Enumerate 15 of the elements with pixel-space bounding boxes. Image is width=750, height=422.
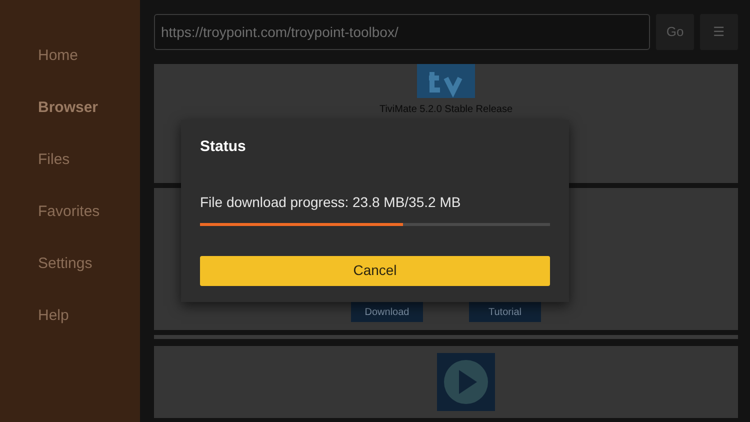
card-action-button[interactable]: Tutorial <box>469 300 541 322</box>
url-field[interactable]: https://troypoint.com/troypoint-toolbox/ <box>154 14 650 50</box>
dialog-title: Status <box>200 137 246 157</box>
sidebar-item[interactable]: Browser <box>38 97 98 119</box>
sidebar-item[interactable]: Favorites <box>38 201 100 223</box>
sidebar-item[interactable]: Home <box>38 45 78 67</box>
cancel-button[interactable]: Cancel <box>200 256 550 286</box>
tv-logo-icon <box>417 64 475 98</box>
card-action-button[interactable]: Download <box>351 300 423 322</box>
sidebar-item[interactable]: Settings <box>38 253 92 275</box>
go-button[interactable]: Go <box>656 14 694 50</box>
progress-message: File download progress: 23.8 MB/35.2 MB <box>200 192 461 212</box>
menu-button[interactable]: ☰ <box>700 14 738 50</box>
sidebar-item[interactable]: Help <box>38 305 69 327</box>
sidebar-item[interactable]: Files <box>38 149 70 171</box>
